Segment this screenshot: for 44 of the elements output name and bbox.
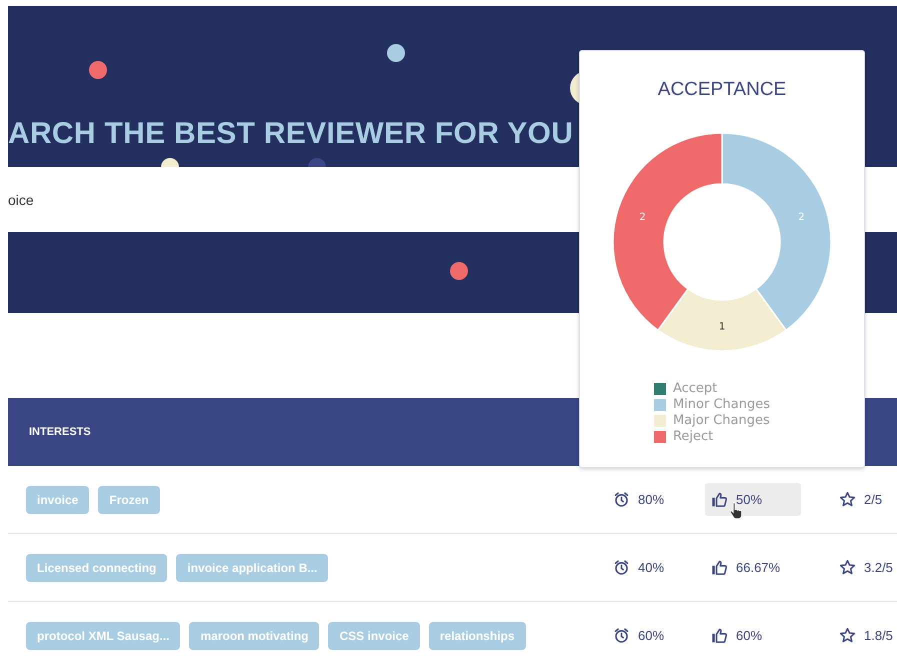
timeliness-value: 40% (638, 560, 664, 575)
rating-value: 3.2/5 (864, 560, 893, 575)
legend-swatch (654, 414, 666, 426)
legend-label: Reject (672, 429, 714, 444)
thumbs-up-icon (711, 627, 728, 644)
legend-label: Minor Changes (672, 397, 770, 412)
interest-tag[interactable]: maroon motivating (189, 622, 320, 650)
timeliness-value: 60% (638, 628, 664, 643)
star-icon (839, 627, 856, 644)
legend-swatch (654, 430, 666, 442)
interest-tag[interactable]: Frozen (98, 486, 160, 514)
interest-tag[interactable]: invoice application B... (176, 554, 328, 582)
interest-tag[interactable]: CSS invoice (328, 622, 420, 650)
rating-value: 1.8/5 (864, 628, 893, 643)
slice-label: 1 (718, 322, 726, 332)
dot-decoration (450, 262, 468, 280)
rating-value: 2/5 (864, 492, 882, 507)
timeliness-value: 80% (638, 492, 664, 507)
alarm-clock-icon (613, 491, 630, 508)
slice-label: 2 (639, 212, 646, 224)
dot-decoration (89, 61, 107, 79)
star-icon (839, 491, 856, 508)
interest-tag[interactable]: Licensed connecting (26, 554, 168, 582)
acceptance-button[interactable]: 50% (705, 483, 801, 516)
alarm-clock-icon (613, 559, 630, 576)
acceptance-button[interactable]: 66.67% (705, 551, 801, 584)
hero-title: ARCH THE BEST REVIEWER FOR YOU (8, 117, 574, 151)
thumbs-up-icon (711, 559, 728, 576)
acceptance-button[interactable]: 60% (705, 619, 801, 652)
search-field[interactable]: oice (8, 192, 508, 208)
alarm-clock-icon (613, 627, 630, 644)
legend-label: Accept (672, 381, 718, 396)
chart-title: ACCEPTANCE (658, 79, 786, 101)
legend-swatch (654, 398, 666, 410)
interest-tag[interactable]: relationships (428, 622, 526, 650)
slice-label: 2 (798, 212, 805, 224)
thumbs-up-icon (711, 491, 728, 508)
interest-tag[interactable]: protocol XML Sausag... (26, 622, 180, 650)
legend-swatch (654, 382, 666, 394)
legend-label: Major Changes (672, 413, 770, 428)
dot-decoration (387, 44, 405, 62)
star-icon (839, 559, 856, 576)
column-header: INTERESTS (29, 426, 91, 438)
interest-tag[interactable]: invoice (26, 486, 90, 514)
